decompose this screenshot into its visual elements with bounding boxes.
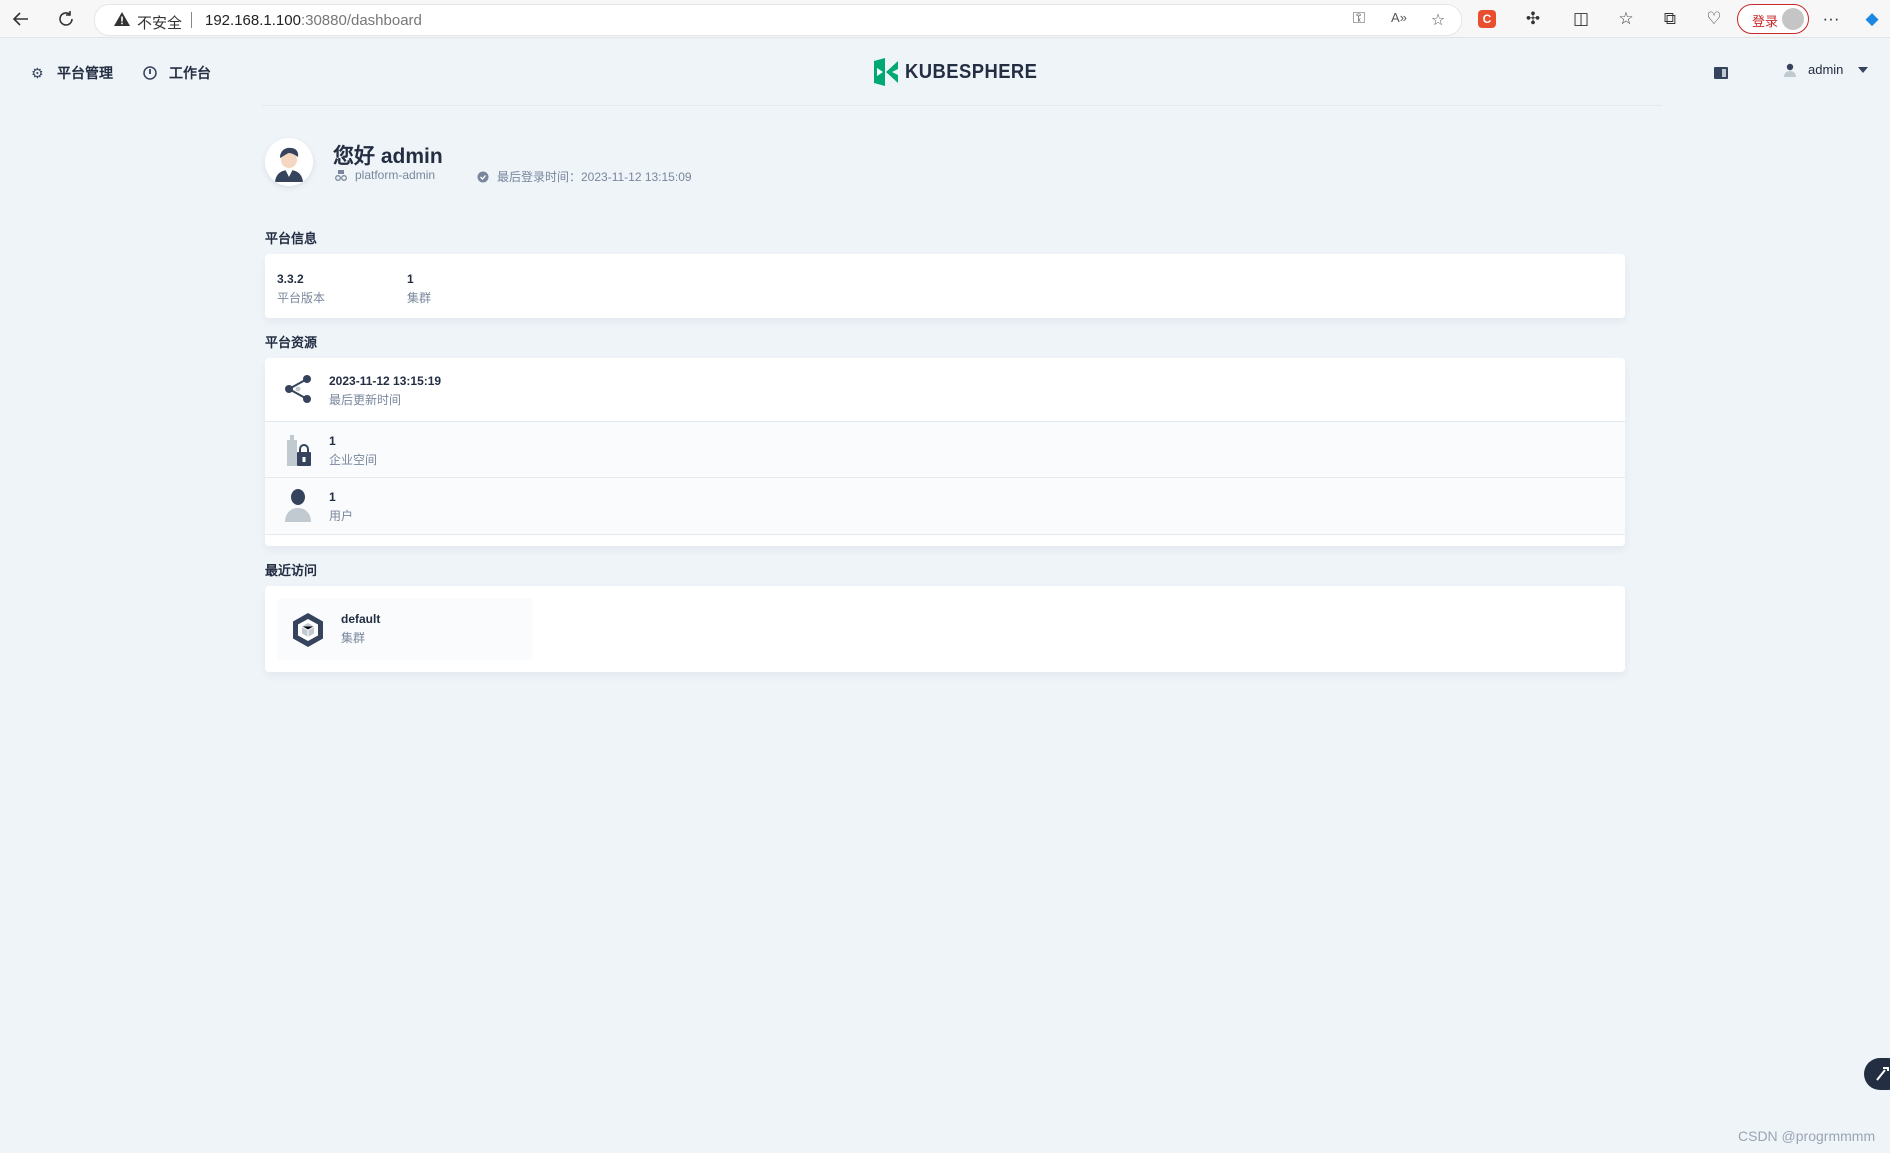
resource-row-update-time: 2023-11-12 13:15:19 最后更新时间 — [265, 358, 1625, 422]
profile-avatar-icon — [1782, 8, 1804, 30]
more-menu-icon[interactable]: ··· — [1820, 8, 1842, 30]
platform-version-value: 3.3.2 — [277, 272, 304, 286]
recent-item-type: 集群 — [341, 631, 366, 645]
users-label: 用户 — [329, 509, 354, 523]
browser-login-label: 登录 — [1752, 14, 1779, 29]
browser-login-button[interactable]: 登录 — [1737, 4, 1809, 34]
workspaces-text: 1 企业空间 — [329, 432, 377, 470]
platform-info-card: 3.3.2 平台版本 1 集群 — [265, 254, 1625, 318]
kubesphere-header: ⚙ 平台管理 工作台 KUBESPHERE admin — [0, 38, 1890, 106]
kubesphere-logo[interactable]: KUBESPHERE — [873, 58, 1049, 86]
workspaces-label: 企业空间 — [329, 453, 378, 467]
gear-icon: ⚙ — [31, 65, 44, 81]
toolbox-float-button[interactable] — [1864, 1058, 1890, 1090]
reload-icon[interactable] — [53, 6, 79, 32]
platform-resources-card: 2023-11-12 13:15:19 最后更新时间 1 企业空间 1 用户 — [265, 358, 1625, 546]
header-divider — [262, 105, 1662, 106]
favorites-list-icon[interactable]: ☆ — [1615, 8, 1637, 30]
user-name: admin — [1808, 62, 1844, 77]
nav-workbench[interactable]: 工作台 — [143, 63, 211, 83]
recent-item-name: default — [341, 612, 381, 626]
last-login-text: 最后登录时间：2023-11-12 13:15:09 — [497, 170, 692, 184]
browser-essentials-icon[interactable]: ♡ — [1703, 8, 1725, 30]
cluster-count-item: 1 集群 — [407, 270, 431, 308]
compass-icon — [143, 66, 157, 80]
workspace-lock-icon — [287, 435, 311, 466]
key-icon[interactable]: ⚿ — [1349, 10, 1369, 30]
share-nodes-icon — [285, 375, 311, 403]
url-host: 192.168.1.100 — [205, 12, 301, 29]
avatar — [265, 138, 313, 186]
security-label: 不安全 — [137, 15, 183, 32]
resource-row-users[interactable]: 1 用户 — [265, 478, 1625, 535]
url-text: 192.168.1.100:30880/dashboard — [205, 12, 422, 29]
logo-text: KUBESPHERE — [905, 60, 1038, 83]
csdn-extension-icon[interactable]: C — [1478, 10, 1496, 28]
users-value: 1 — [329, 490, 336, 504]
chevron-down-icon — [1858, 66, 1869, 73]
platform-info-title: 平台信息 — [265, 231, 318, 246]
greeting-title: 您好 admin — [333, 145, 443, 168]
warning-icon — [114, 12, 130, 26]
workspaces-value: 1 — [329, 434, 336, 448]
split-screen-icon[interactable]: ◫ — [1570, 8, 1592, 30]
hammer-icon — [1876, 1067, 1889, 1081]
recent-item-default[interactable]: default 集群 — [277, 598, 533, 660]
copilot-icon[interactable]: ◆ — [1861, 8, 1883, 30]
resource-row-workspaces[interactable]: 1 企业空间 — [265, 422, 1625, 478]
platform-resources-title: 平台资源 — [265, 335, 318, 350]
update-time-label: 最后更新时间 — [329, 393, 402, 407]
role-icon — [335, 170, 347, 181]
address-divider — [191, 12, 192, 28]
back-arrow-icon[interactable] — [8, 6, 34, 32]
role-text: platform-admin — [355, 168, 436, 182]
kubesphere-logo-icon — [874, 58, 898, 86]
cluster-count-value: 1 — [407, 272, 414, 286]
user-icon — [285, 489, 311, 522]
role-info: platform-admin — [335, 168, 435, 182]
last-login-info: 最后登录时间：2023-11-12 13:15:09 — [477, 168, 692, 185]
watermark: CSDN @progrmmmm — [1738, 1128, 1876, 1144]
nav-workbench-label: 工作台 — [169, 65, 211, 81]
update-time-text: 2023-11-12 13:15:19 最后更新时间 — [329, 372, 441, 410]
platform-version-label: 平台版本 — [277, 291, 326, 305]
users-text: 1 用户 — [329, 488, 353, 526]
recent-item-text: default 集群 — [341, 610, 380, 648]
read-aloud-icon[interactable]: A» — [1389, 10, 1409, 30]
user-small-icon — [1784, 63, 1796, 77]
recent-access-card: default 集群 — [265, 586, 1625, 672]
browser-toolbar: 不安全 192.168.1.100:30880/dashboard ⚿ A» ☆… — [0, 0, 1890, 38]
favorite-star-icon[interactable]: ☆ — [1428, 10, 1448, 30]
admin-avatar-icon — [265, 138, 313, 186]
url-path: :30880/dashboard — [300, 12, 422, 29]
clock-check-icon — [477, 171, 489, 182]
extensions-puzzle-icon[interactable]: ✣ — [1522, 8, 1544, 30]
cluster-count-label: 集群 — [407, 291, 432, 305]
collections-icon[interactable]: ⧉ — [1659, 8, 1681, 30]
toolbox-icon[interactable] — [1714, 67, 1728, 79]
address-bar[interactable]: 不安全 192.168.1.100:30880/dashboard ⚿ A» ☆ — [94, 4, 1462, 36]
recent-access-title: 最近访问 — [265, 563, 318, 578]
user-menu[interactable]: admin — [1784, 62, 1869, 77]
nav-platform-management-label: 平台管理 — [57, 65, 113, 81]
update-time-value: 2023-11-12 13:15:19 — [329, 374, 442, 388]
cluster-hex-icon — [293, 613, 323, 647]
platform-version-item: 3.3.2 平台版本 — [277, 270, 325, 308]
nav-platform-management[interactable]: ⚙ 平台管理 — [31, 63, 113, 83]
